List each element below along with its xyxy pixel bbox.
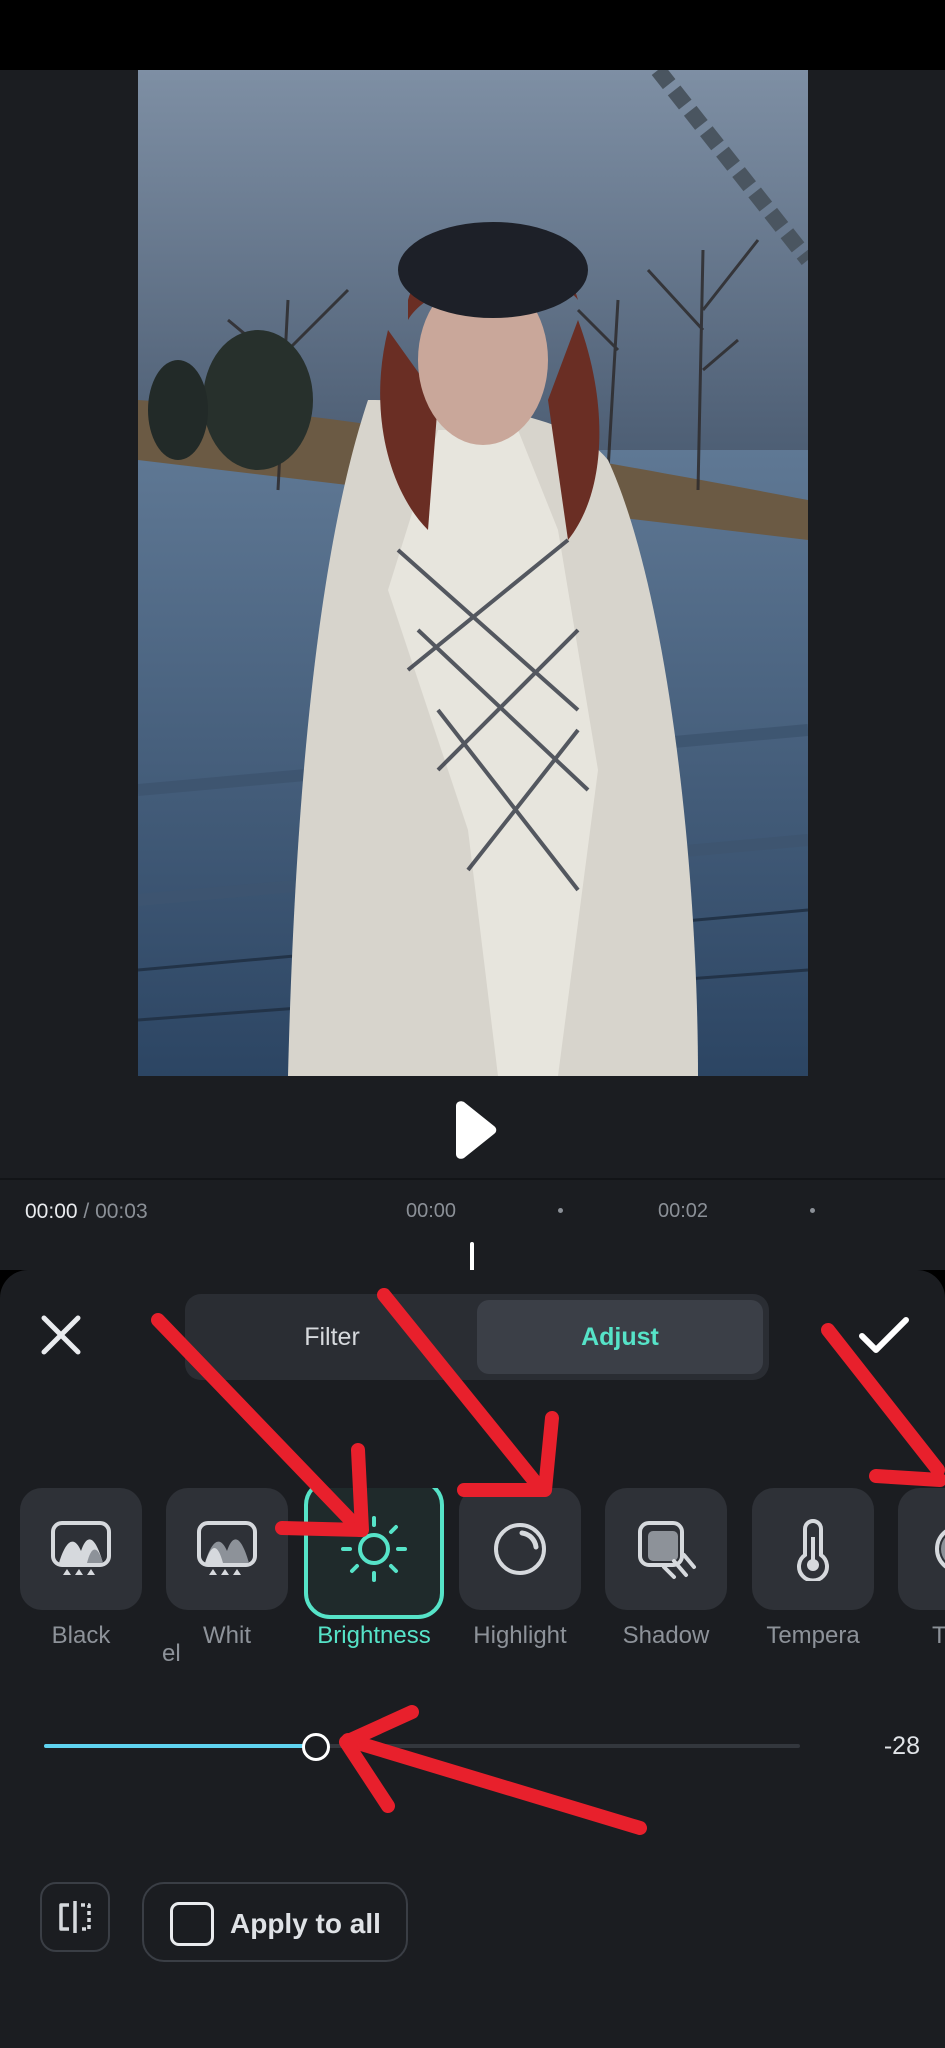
tool-partial-label: el — [162, 1640, 182, 1668]
tool-label: Highlight — [473, 1622, 567, 1649]
sun-icon — [341, 1516, 407, 1582]
apply-to-all-checkbox[interactable] — [170, 1902, 214, 1946]
tool-label: T — [932, 1622, 945, 1649]
total-time: 00:03 — [95, 1200, 148, 1223]
tool-label: Brightness — [317, 1622, 431, 1649]
checkmark-icon[interactable] — [856, 1310, 912, 1360]
tab-adjust[interactable]: Adjust — [477, 1300, 763, 1374]
tool-label: Shadow — [622, 1622, 710, 1649]
play-button[interactable] — [448, 1100, 498, 1160]
white-point-icon — [197, 1521, 257, 1575]
tool-label: Black — [51, 1622, 111, 1649]
apply-to-all-label: Apply to all — [230, 1908, 381, 1939]
tool-tile — [898, 1488, 945, 1610]
tool-black[interactable]: Black — [20, 1488, 142, 1650]
video-preview-image — [138, 70, 808, 1076]
timeline-tick-label: 00:02 — [658, 1200, 709, 1222]
tool-temperature[interactable]: Tempera — [752, 1488, 874, 1650]
compare-icon — [59, 1901, 91, 1933]
tool-tint[interactable]: T — [898, 1488, 945, 1650]
tab-filter[interactable]: Filter — [191, 1300, 473, 1374]
tool-shadow[interactable]: Shadow — [605, 1488, 727, 1650]
tool-tile — [20, 1488, 142, 1610]
slider-value: -28 — [883, 1732, 920, 1760]
tool-tile — [459, 1488, 581, 1610]
tool-white[interactable]: Whit — [166, 1488, 288, 1650]
timeline-tick-label: 00:00 — [406, 1200, 457, 1222]
tool-label: Tempera — [766, 1622, 860, 1649]
tool-tile — [752, 1488, 874, 1610]
current-time: 00:00 — [25, 1200, 78, 1223]
slider-fill — [44, 1744, 317, 1748]
tool-brightness[interactable]: Brightness — [304, 1488, 444, 1650]
close-icon[interactable] — [36, 1310, 86, 1360]
tool-tile — [304, 1488, 444, 1619]
brightness-slider[interactable] — [44, 1726, 800, 1766]
filter-adjust-switch: Filter Adjust — [185, 1294, 769, 1380]
time-display: 00:00 / 00:03 — [25, 1200, 148, 1224]
preview-area — [0, 70, 945, 1178]
status-bar — [0, 0, 945, 70]
thermometer-icon — [797, 1519, 829, 1581]
tool-label: el — [162, 1640, 181, 1667]
adjust-panel: Filter Adjust el Bl — [0, 1270, 945, 2048]
apply-to-all-toggle[interactable]: Apply to all — [142, 1882, 408, 1962]
tool-label: Whit — [203, 1622, 251, 1649]
black-point-icon — [51, 1521, 111, 1575]
compare-button[interactable] — [40, 1882, 110, 1952]
tool-highlight[interactable]: Highlight — [459, 1488, 581, 1650]
timeline-tick-dot — [558, 1208, 563, 1213]
time-separator: / — [77, 1200, 96, 1223]
shadow-icon — [638, 1521, 696, 1579]
timeline[interactable]: 00:00 / 00:03 00:00 00:02 — [0, 1178, 945, 1276]
highlight-icon — [494, 1523, 546, 1575]
tool-tile — [605, 1488, 727, 1610]
adjust-tools-strip[interactable]: el Black Whit — [0, 1488, 945, 1668]
tool-tile — [166, 1488, 288, 1610]
slider-thumb[interactable] — [302, 1733, 331, 1761]
timeline-tick-dot — [810, 1208, 815, 1213]
tint-icon — [935, 1529, 945, 1569]
